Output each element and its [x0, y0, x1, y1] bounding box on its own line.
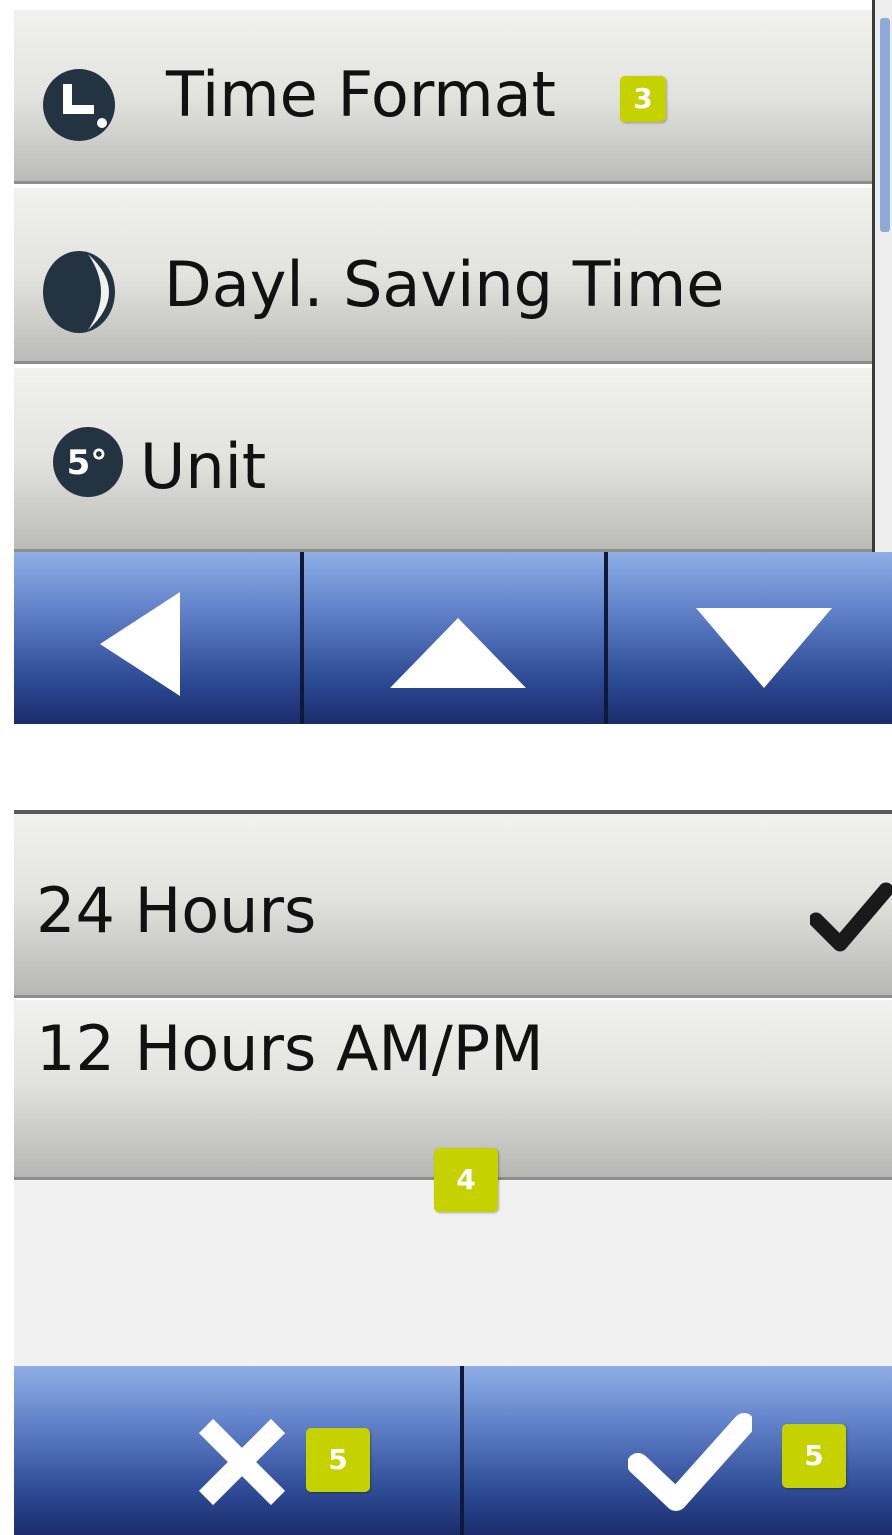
cancel-button[interactable]: 5: [14, 1366, 460, 1535]
svg-text:5°: 5°: [67, 443, 108, 483]
selected-check-icon: [810, 882, 892, 952]
menu-item-label: Dayl. Saving Time: [164, 248, 725, 321]
scroll-up-button[interactable]: [304, 552, 604, 724]
cancel-x-icon: [198, 1418, 286, 1506]
step-badge: 5: [306, 1428, 370, 1492]
back-button[interactable]: [14, 552, 300, 724]
option-label: 24 Hours: [36, 874, 317, 947]
clock-icon: [43, 69, 115, 141]
confirm-check-icon: [628, 1413, 752, 1511]
moon-icon: [43, 251, 115, 333]
scrollbar[interactable]: [872, 0, 892, 552]
temperature-unit-icon: 5°: [53, 427, 123, 497]
step-badge: 5: [782, 1424, 846, 1488]
confirm-button[interactable]: 5: [464, 1366, 892, 1535]
scrollbar-thumb[interactable]: [880, 18, 890, 232]
arrow-down-icon: [696, 608, 832, 688]
option-24-hours[interactable]: 24 Hours: [14, 814, 892, 998]
menu-item-time-format[interactable]: Time Format 3: [14, 10, 872, 184]
step-badge: 4: [434, 1148, 498, 1212]
menu-item-label: Time Format: [166, 58, 556, 131]
arrow-left-icon: [100, 592, 180, 696]
thermostat-screens: Time Format 3 Dayl. Saving Time 5° Unit: [0, 0, 892, 1535]
menu-item-daylight-saving[interactable]: Dayl. Saving Time: [14, 188, 872, 364]
menu-item-label: Unit: [140, 430, 267, 503]
option-label: 12 Hours AM/PM: [36, 1012, 544, 1085]
menu-item-unit[interactable]: 5° Unit: [14, 368, 872, 552]
step-badge: 3: [620, 76, 666, 122]
arrow-up-icon: [390, 618, 526, 688]
scroll-down-button[interactable]: [608, 552, 892, 724]
